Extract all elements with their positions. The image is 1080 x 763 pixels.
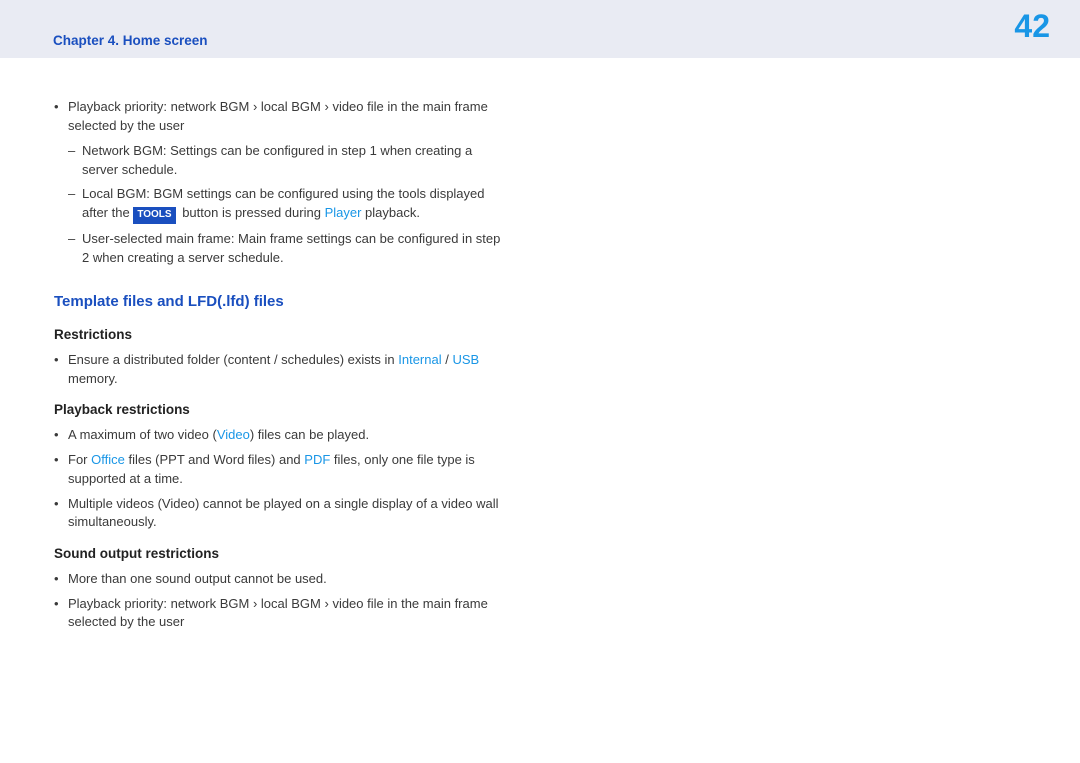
text: Playback priority: network BGM (68, 596, 253, 611)
text: button is pressed during (179, 205, 325, 220)
page-header: Chapter 4. Home screen 42 (0, 0, 1080, 58)
list-item: Network BGM: Settings can be configured … (82, 142, 506, 180)
section-title-template-lfd: Template files and LFD(.lfd) files (54, 291, 506, 313)
text: memory. (68, 371, 118, 386)
highlight-internal: Internal (398, 352, 441, 367)
list-item: Playback priority: network BGM › local B… (68, 595, 506, 633)
list-item: User-selected main frame: Main frame set… (82, 230, 506, 268)
list-item: Multiple videos (Video) cannot be played… (68, 495, 506, 533)
restrictions-list: Ensure a distributed folder (content / s… (54, 351, 506, 389)
text: ) files can be played. (250, 427, 369, 442)
list-item: More than one sound output cannot be use… (68, 570, 506, 589)
highlight-player: Player (325, 205, 362, 220)
text: Ensure a distributed folder (content / s… (68, 352, 398, 367)
chapter-label: Chapter 4. Home screen (53, 33, 208, 48)
sound-output-list: More than one sound output cannot be use… (54, 570, 506, 633)
text: local BGM (257, 99, 324, 114)
highlight-usb: USB (452, 352, 479, 367)
text: playback. (361, 205, 420, 220)
list-item: Local BGM: BGM settings can be configure… (82, 185, 506, 223)
sound-output-continued: Playback priority: network BGM › local B… (54, 98, 506, 267)
list-item: A maximum of two video (Video) files can… (68, 426, 506, 445)
list-item: Playback priority: network BGM › local B… (68, 98, 506, 267)
text: local BGM (257, 596, 324, 611)
highlight-pdf: PDF (304, 452, 330, 467)
highlight-video: Video (217, 427, 250, 442)
playback-restrictions-list: A maximum of two video (Video) files can… (54, 426, 506, 532)
subheading-sound-output-restrictions: Sound output restrictions (54, 544, 506, 564)
subheading-restrictions: Restrictions (54, 325, 506, 345)
list-item: For Office files (PPT and Word files) an… (68, 451, 506, 489)
highlight-office: Office (91, 452, 125, 467)
sub-list: Network BGM: Settings can be configured … (68, 142, 506, 268)
text: files (PPT and Word files) and (125, 452, 304, 467)
text: / (442, 352, 453, 367)
list-item: Ensure a distributed folder (content / s… (68, 351, 506, 389)
text: A maximum of two video ( (68, 427, 217, 442)
page-number: 42 (1014, 8, 1050, 45)
tools-badge: TOOLS (133, 207, 175, 224)
text: Playback priority: network BGM (68, 99, 253, 114)
page-content: Playback priority: network BGM › local B… (0, 58, 560, 632)
text: For (68, 452, 91, 467)
subheading-playback-restrictions: Playback restrictions (54, 400, 506, 420)
